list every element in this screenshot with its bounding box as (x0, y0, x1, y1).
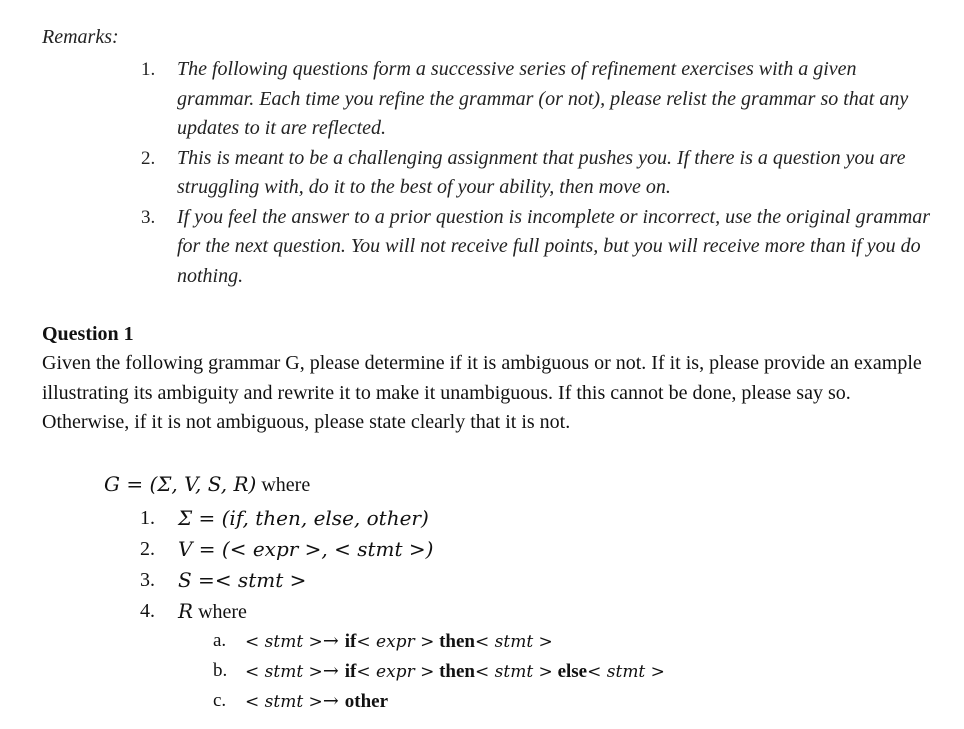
rule-body: < stmt >→ if< expr > then< stmt > else< … (245, 660, 665, 682)
production-rule: c. < stmt >→ other (213, 686, 665, 716)
remark-text: If you feel the answer to a prior questi… (177, 205, 931, 287)
grammar-component: 3. S =< stmt > (140, 565, 433, 596)
question-body: Given the following grammar G, please de… (42, 352, 922, 433)
terminal-keyword: other (344, 691, 389, 712)
grammar-where: where (256, 474, 311, 496)
alphabet-definition: Σ = (if, then, else, other) (178, 506, 429, 530)
remark-item: 3. If you feel the answer to a prior que… (141, 203, 931, 292)
arrow-operator: → (322, 630, 345, 652)
terminal-keyword: if (344, 631, 357, 652)
rule-letter: b. (213, 660, 228, 681)
nonterminal: < stmt > (245, 662, 323, 682)
remark-item: 2. This is meant to be a challenging ass… (141, 144, 931, 203)
remark-text: The following questions form a successiv… (177, 58, 909, 139)
remark-number: 2. (141, 147, 156, 169)
grammar-definition: G = (Σ, V, S, R) where (104, 472, 310, 497)
rule-letter: c. (213, 690, 227, 711)
rule-body: < stmt >→ if< expr > then< stmt > (245, 630, 553, 652)
nonterminal: < stmt > (475, 662, 553, 682)
grammar-component: 1. Σ = (if, then, else, other) (140, 503, 433, 534)
production-rule: b. < stmt >→ if< expr > then< stmt > els… (213, 656, 665, 686)
remarks-heading: Remarks: (42, 26, 119, 48)
rule-body: < stmt >→ other (245, 690, 389, 712)
nonterminal: < expr > (356, 662, 435, 682)
nonterminal: < stmt > (245, 632, 323, 652)
grammar-tuple: G = (Σ, V, S, R) (104, 472, 257, 496)
rules-symbol: R (178, 599, 194, 623)
terminal-keyword: if (344, 661, 357, 682)
nonterminal: < stmt > (245, 692, 323, 712)
question-title: Question 1 (42, 323, 134, 345)
component-number: 2. (140, 538, 155, 560)
production-rules-list: a. < stmt >→ if< expr > then< stmt > b. … (213, 626, 665, 716)
component-number: 1. (140, 507, 155, 529)
terminal-keyword: else (552, 661, 588, 682)
grammar-component: 2. V = (< expr >, < stmt >) (140, 534, 433, 565)
grammar-components-list: 1. Σ = (if, then, else, other) 2. V = (<… (140, 503, 433, 627)
component-number: 3. (140, 569, 155, 591)
production-rule: a. < stmt >→ if< expr > then< stmt > (213, 626, 665, 656)
variables-definition: V = (< expr >, < stmt >) (178, 537, 434, 561)
remarks-list: 1. The following questions form a succes… (141, 55, 931, 291)
terminal-keyword: then (434, 661, 475, 682)
remark-number: 3. (141, 206, 156, 228)
arrow-operator: → (322, 690, 345, 712)
rule-letter: a. (213, 630, 227, 651)
nonterminal: < stmt > (587, 662, 665, 682)
remark-number: 1. (141, 59, 156, 80)
component-number: 4. (140, 600, 155, 622)
remark-text: This is meant to be a challenging assign… (177, 146, 906, 199)
rules-where: where (193, 601, 247, 623)
grammar-component: 4. R where (140, 596, 433, 627)
remark-item: 1. The following questions form a succes… (141, 55, 931, 144)
arrow-operator: → (322, 660, 345, 682)
terminal-keyword: then (434, 631, 475, 652)
nonterminal: < expr > (356, 632, 435, 652)
start-symbol-definition: S =< stmt > (178, 568, 307, 592)
nonterminal: < stmt > (475, 632, 553, 652)
